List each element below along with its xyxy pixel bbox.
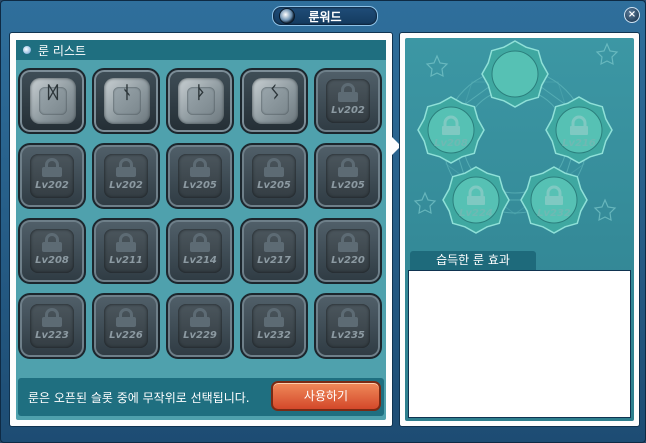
rune-slot-locked[interactable]: Lv235 [314, 293, 382, 359]
title-bar[interactable]: 룬워드 × [1, 1, 646, 29]
rune-slot-locked[interactable]: Lv226 [92, 293, 160, 359]
emblem-orb-4: Lv232 [520, 166, 588, 234]
rune-slot-locked[interactable]: Lv205 [314, 143, 382, 209]
rune-slot-locked[interactable]: Lv205 [166, 143, 234, 209]
rune-slot-open[interactable]: ᚾ [92, 68, 160, 134]
emblem-orb-level: Lv224 [459, 208, 493, 219]
rune-slot-level: Lv220 [331, 255, 365, 266]
footer-bar: 룬은 오픈된 슬롯 중에 무작위로 선택됩니다. 사용하기 [18, 378, 384, 416]
rune-slot-locked[interactable]: Lv208 [18, 218, 86, 284]
lock-icon [264, 233, 284, 252]
rune-slot-level: Lv214 [183, 255, 217, 266]
rune-slot-open[interactable]: ᛊ [240, 68, 308, 134]
emblem-orb-2: Lv216 [545, 96, 613, 164]
rune-slot-level: Lv202 [331, 105, 365, 116]
rune-dagaz-icon: ᛞ [47, 83, 59, 103]
rune-slot-level: Lv211 [109, 255, 143, 266]
rune-slot-open[interactable]: ᚦ [166, 68, 234, 134]
rune-naudiz-icon: ᚾ [121, 83, 133, 103]
rune-effect-panel: Lv208 Lv216 Lv224 Lv232 습득한 룬 효과 [399, 32, 640, 427]
rune-slot-locked[interactable]: Lv214 [166, 218, 234, 284]
rune-slot-level: Lv232 [257, 330, 291, 341]
rune-list-panel: 룬 리스트 ᛞ ᚾ ᚦ ᛊ Lv202 Lv202 Lv202 Lv205 Lv205 Lv205… [9, 32, 393, 427]
lock-icon [190, 158, 210, 177]
footer-message: 룬은 오픈된 슬롯 중에 무작위로 선택됩니다. [28, 391, 250, 405]
rune-effect-list [408, 270, 631, 418]
lock-icon [190, 308, 210, 327]
rune-slot-locked[interactable]: Lv220 [314, 218, 382, 284]
rune-slot-locked[interactable]: Lv202 [314, 68, 382, 134]
rune-list-area: 룬 리스트 ᛞ ᚾ ᚦ ᛊ Lv202 Lv202 Lv202 Lv205 Lv205 Lv205… [16, 40, 386, 420]
rune-slot-locked[interactable]: Lv202 [92, 143, 160, 209]
runeword-window: 룬워드 × 룬 리스트 ᛞ ᚾ ᚦ ᛊ Lv202 Lv202 Lv202 Lv205 Lv20… [0, 0, 646, 443]
lock-icon [116, 233, 136, 252]
rune-list-header: 룬 리스트 [16, 40, 386, 60]
lock-icon [338, 308, 358, 327]
lock-icon [264, 308, 284, 327]
rune-slot-level: Lv217 [257, 255, 291, 266]
rune-slot-level: Lv205 [183, 180, 217, 191]
lock-icon [116, 158, 136, 177]
rune-slot-level: Lv223 [35, 330, 69, 341]
rune-orb-icon [279, 8, 295, 24]
rune-slot-locked[interactable]: Lv229 [166, 293, 234, 359]
rune-slot-open[interactable]: ᛞ [18, 68, 86, 134]
emblem-orb-level: Lv208 [434, 138, 468, 149]
lock-icon [264, 158, 284, 177]
emblem-orb-0 [481, 40, 549, 108]
emblem-orb-level: Lv216 [562, 138, 596, 149]
emblem-orb-level: Lv232 [537, 208, 571, 219]
rune-slot-level: Lv205 [257, 180, 291, 191]
lock-icon [338, 83, 358, 102]
lock-icon [338, 233, 358, 252]
lock-icon [190, 233, 210, 252]
rune-slot-locked[interactable]: Lv223 [18, 293, 86, 359]
close-button[interactable]: × [624, 7, 640, 23]
bullet-icon [23, 46, 31, 54]
emblem-orb-1: Lv208 [417, 96, 485, 164]
lock-icon [42, 158, 62, 177]
rune-effect-tab[interactable]: 습득한 룬 효과 [410, 251, 536, 270]
rune-emblem: Lv208 Lv216 Lv224 Lv232 [413, 40, 619, 234]
rune-slot-level: Lv202 [109, 180, 143, 191]
rune-slot-level: Lv205 [331, 180, 365, 191]
lock-icon [42, 308, 62, 327]
rune-slot-level: Lv226 [109, 330, 143, 341]
rune-effect-area: Lv208 Lv216 Lv224 Lv232 습득한 룬 효과 [405, 38, 634, 421]
rune-slot-locked[interactable]: Lv205 [240, 143, 308, 209]
window-title-text: 룬워드 [308, 9, 342, 24]
rune-slot-level: Lv202 [35, 180, 69, 191]
rune-slot-locked[interactable]: Lv217 [240, 218, 308, 284]
rune-slot-level: Lv229 [183, 330, 217, 341]
lock-icon [116, 308, 136, 327]
rune-slot-locked[interactable]: Lv232 [240, 293, 308, 359]
rune-slot-level: Lv235 [331, 330, 365, 341]
use-button[interactable]: 사용하기 [271, 381, 381, 411]
rune-thurisaz-icon: ᚦ [195, 83, 207, 103]
rune-slot-locked[interactable]: Lv202 [18, 143, 86, 209]
lock-icon [338, 158, 358, 177]
lock-icon [42, 233, 62, 252]
rune-sowilo-icon: ᛊ [269, 83, 281, 103]
rune-slot-locked[interactable]: Lv211 [92, 218, 160, 284]
emblem-orb-3: Lv224 [442, 166, 510, 234]
rune-list-title: 룬 리스트 [38, 44, 86, 58]
rune-slot-level: Lv208 [35, 255, 69, 266]
